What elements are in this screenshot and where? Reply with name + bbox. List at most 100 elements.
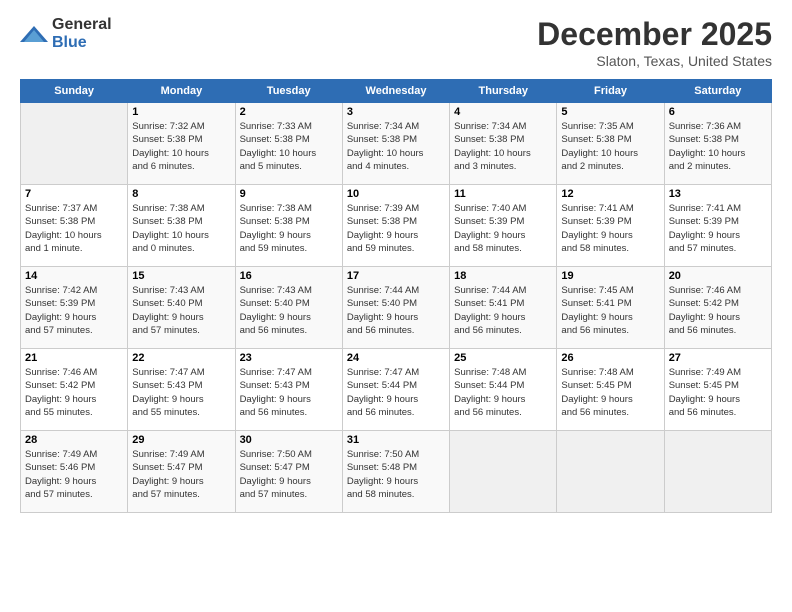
calendar-cell: 13 Sunrise: 7:41 AMSunset: 5:39 PMDayligh…: [664, 185, 771, 267]
day-info: Sunrise: 7:44 AMSunset: 5:41 PMDaylight:…: [454, 284, 552, 337]
day-number: 3: [347, 106, 445, 118]
header: General Blue December 2025 Slaton, Texas…: [20, 16, 772, 69]
day-number: 31: [347, 434, 445, 446]
day-number: 8: [132, 188, 230, 200]
week-row-3: 21Sunrise: 7:46 AMSunset: 5:42 PMDayligh…: [21, 349, 772, 431]
day-number: 2: [240, 106, 338, 118]
col-saturday: Saturday: [664, 80, 771, 103]
calendar-cell: 30 Sunrise: 7:50 AMSunset: 5:47 PMDayligh…: [235, 431, 342, 513]
calendar-cell: 8 Sunrise: 7:38 AMSunset: 5:38 PMDaylight…: [128, 185, 235, 267]
day-info: Sunrise: 7:32 AMSunset: 5:38 PMDaylight:…: [132, 120, 230, 173]
day-info: Sunrise: 7:50 AMSunset: 5:47 PMDaylight:…: [240, 448, 338, 501]
day-info: Sunrise: 7:43 AMSunset: 5:40 PMDaylight:…: [240, 284, 338, 337]
day-number: 15: [132, 270, 230, 282]
day-info: Sunrise: 7:36 AMSunset: 5:38 PMDaylight:…: [669, 120, 767, 173]
day-info: Sunrise: 7:41 AMSunset: 5:39 PMDaylight:…: [669, 202, 767, 255]
title-block: December 2025 Slaton, Texas, United Stat…: [537, 16, 772, 69]
day-info: Sunrise: 7:42 AMSunset: 5:39 PMDaylight:…: [25, 284, 123, 337]
logo: General Blue: [20, 16, 112, 52]
calendar-table: Sunday Monday Tuesday Wednesday Thursday…: [20, 79, 772, 513]
calendar-cell: 18 Sunrise: 7:44 AMSunset: 5:41 PMDayligh…: [450, 267, 557, 349]
calendar-cell: 22 Sunrise: 7:47 AMSunset: 5:43 PMDayligh…: [128, 349, 235, 431]
calendar-cell: 10 Sunrise: 7:39 AMSunset: 5:38 PMDayligh…: [342, 185, 449, 267]
week-row-0: 1 Sunrise: 7:32 AMSunset: 5:38 PMDaylight…: [21, 103, 772, 185]
day-info: Sunrise: 7:34 AMSunset: 5:38 PMDaylight:…: [347, 120, 445, 173]
day-number: 22: [132, 352, 230, 364]
calendar-cell: 25Sunrise: 7:48 AMSunset: 5:44 PMDayligh…: [450, 349, 557, 431]
calendar-body: 1 Sunrise: 7:32 AMSunset: 5:38 PMDaylight…: [21, 103, 772, 513]
calendar-cell: 16 Sunrise: 7:43 AMSunset: 5:40 PMDayligh…: [235, 267, 342, 349]
calendar-cell: 15 Sunrise: 7:43 AMSunset: 5:40 PMDayligh…: [128, 267, 235, 349]
calendar-cell: 3 Sunrise: 7:34 AMSunset: 5:38 PMDaylight…: [342, 103, 449, 185]
day-number: 12: [561, 188, 659, 200]
calendar-cell: [664, 431, 771, 513]
calendar-cell: 27Sunrise: 7:49 AMSunset: 5:45 PMDayligh…: [664, 349, 771, 431]
day-number: 6: [669, 106, 767, 118]
calendar-cell: 23 Sunrise: 7:47 AMSunset: 5:43 PMDayligh…: [235, 349, 342, 431]
day-number: 13: [669, 188, 767, 200]
day-info: Sunrise: 7:49 AMSunset: 5:47 PMDaylight:…: [132, 448, 230, 501]
day-info: Sunrise: 7:34 AMSunset: 5:38 PMDaylight:…: [454, 120, 552, 173]
day-info: Sunrise: 7:38 AMSunset: 5:38 PMDaylight:…: [132, 202, 230, 255]
day-number: 4: [454, 106, 552, 118]
day-number: 7: [25, 188, 123, 200]
calendar-cell: 11 Sunrise: 7:40 AMSunset: 5:39 PMDayligh…: [450, 185, 557, 267]
calendar-cell: 20Sunrise: 7:46 AMSunset: 5:42 PMDayligh…: [664, 267, 771, 349]
calendar-cell: 29 Sunrise: 7:49 AMSunset: 5:47 PMDayligh…: [128, 431, 235, 513]
day-number: 11: [454, 188, 552, 200]
calendar-cell: 4 Sunrise: 7:34 AMSunset: 5:38 PMDaylight…: [450, 103, 557, 185]
day-number: 16: [240, 270, 338, 282]
week-row-2: 14 Sunrise: 7:42 AMSunset: 5:39 PMDayligh…: [21, 267, 772, 349]
page: General Blue December 2025 Slaton, Texas…: [0, 0, 792, 612]
col-wednesday: Wednesday: [342, 80, 449, 103]
day-number: 23: [240, 352, 338, 364]
weekday-row: Sunday Monday Tuesday Wednesday Thursday…: [21, 80, 772, 103]
subtitle: Slaton, Texas, United States: [537, 53, 772, 69]
calendar-cell: 19Sunrise: 7:45 AMSunset: 5:41 PMDayligh…: [557, 267, 664, 349]
col-friday: Friday: [557, 80, 664, 103]
calendar-cell: 31Sunrise: 7:50 AMSunset: 5:48 PMDayligh…: [342, 431, 449, 513]
week-row-4: 28 Sunrise: 7:49 AMSunset: 5:46 PMDayligh…: [21, 431, 772, 513]
day-number: 1: [132, 106, 230, 118]
col-thursday: Thursday: [450, 80, 557, 103]
col-monday: Monday: [128, 80, 235, 103]
calendar-header: Sunday Monday Tuesday Wednesday Thursday…: [21, 80, 772, 103]
day-number: 29: [132, 434, 230, 446]
calendar-cell: 26Sunrise: 7:48 AMSunset: 5:45 PMDayligh…: [557, 349, 664, 431]
day-info: Sunrise: 7:45 AMSunset: 5:41 PMDaylight:…: [561, 284, 659, 337]
day-number: 14: [25, 270, 123, 282]
calendar-cell: 1 Sunrise: 7:32 AMSunset: 5:38 PMDaylight…: [128, 103, 235, 185]
day-number: 30: [240, 434, 338, 446]
day-number: 25: [454, 352, 552, 364]
day-number: 18: [454, 270, 552, 282]
day-info: Sunrise: 7:49 AMSunset: 5:46 PMDaylight:…: [25, 448, 123, 501]
week-row-1: 7Sunrise: 7:37 AMSunset: 5:38 PMDaylight…: [21, 185, 772, 267]
day-info: Sunrise: 7:47 AMSunset: 5:44 PMDaylight:…: [347, 366, 445, 419]
day-info: Sunrise: 7:40 AMSunset: 5:39 PMDaylight:…: [454, 202, 552, 255]
calendar-cell: 2Sunrise: 7:33 AMSunset: 5:38 PMDaylight…: [235, 103, 342, 185]
day-info: Sunrise: 7:43 AMSunset: 5:40 PMDaylight:…: [132, 284, 230, 337]
calendar-cell: 6 Sunrise: 7:36 AMSunset: 5:38 PMDaylight…: [664, 103, 771, 185]
day-info: Sunrise: 7:47 AMSunset: 5:43 PMDaylight:…: [240, 366, 338, 419]
calendar-cell: 12Sunrise: 7:41 AMSunset: 5:39 PMDayligh…: [557, 185, 664, 267]
calendar-cell: 17Sunrise: 7:44 AMSunset: 5:40 PMDayligh…: [342, 267, 449, 349]
day-info: Sunrise: 7:46 AMSunset: 5:42 PMDaylight:…: [25, 366, 123, 419]
day-info: Sunrise: 7:35 AMSunset: 5:38 PMDaylight:…: [561, 120, 659, 173]
day-number: 10: [347, 188, 445, 200]
col-sunday: Sunday: [21, 80, 128, 103]
day-number: 20: [669, 270, 767, 282]
calendar-cell: [21, 103, 128, 185]
main-title: December 2025: [537, 16, 772, 53]
day-info: Sunrise: 7:47 AMSunset: 5:43 PMDaylight:…: [132, 366, 230, 419]
day-number: 28: [25, 434, 123, 446]
calendar-cell: 9 Sunrise: 7:38 AMSunset: 5:38 PMDaylight…: [235, 185, 342, 267]
day-info: Sunrise: 7:38 AMSunset: 5:38 PMDaylight:…: [240, 202, 338, 255]
day-number: 5: [561, 106, 659, 118]
day-info: Sunrise: 7:48 AMSunset: 5:45 PMDaylight:…: [561, 366, 659, 419]
day-number: 17: [347, 270, 445, 282]
day-number: 9: [240, 188, 338, 200]
logo-blue: Blue: [52, 34, 87, 51]
calendar-cell: 21Sunrise: 7:46 AMSunset: 5:42 PMDayligh…: [21, 349, 128, 431]
logo-icon: [20, 24, 48, 44]
day-info: Sunrise: 7:39 AMSunset: 5:38 PMDaylight:…: [347, 202, 445, 255]
